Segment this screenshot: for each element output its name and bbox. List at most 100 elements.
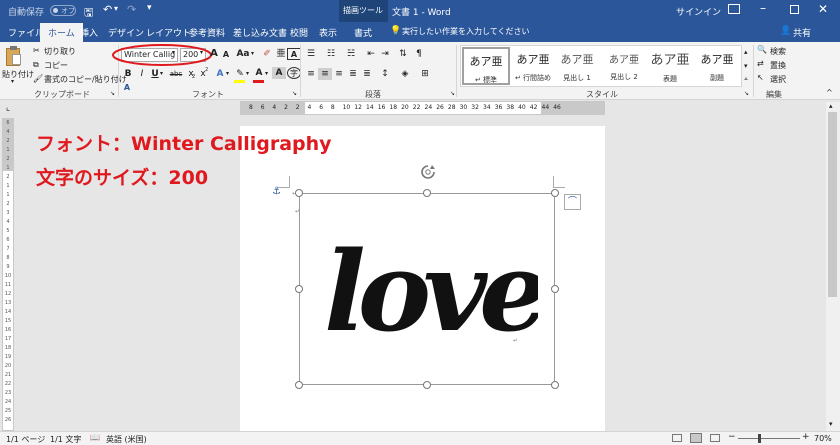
decrease-indent-icon[interactable]: ⇤: [364, 48, 378, 60]
tab-insert[interactable]: 挿入: [80, 26, 98, 39]
enclose-char-icon[interactable]: 字: [287, 67, 301, 79]
resize-handle[interactable]: [423, 381, 431, 389]
change-case-dropdown-icon[interactable]: ▾: [251, 50, 254, 57]
qat-customize-icon[interactable]: ▾: [147, 3, 152, 13]
replace-button[interactable]: 置換: [770, 60, 786, 71]
scroll-down-icon[interactable]: ▾: [829, 420, 833, 428]
zoom-in-icon[interactable]: +: [802, 432, 810, 442]
styles-scroll-up-icon[interactable]: ▴: [744, 48, 748, 56]
shading-icon[interactable]: ◈: [398, 68, 412, 80]
distribute-icon[interactable]: ≣: [360, 68, 374, 80]
resize-handle[interactable]: [423, 189, 431, 197]
read-mode-icon[interactable]: [672, 434, 682, 442]
copy-button[interactable]: コピー: [44, 60, 68, 71]
style-subtitle[interactable]: あア亜 副題: [693, 47, 741, 85]
tab-review[interactable]: 校閲: [290, 26, 308, 39]
replace-icon[interactable]: ⇄: [757, 59, 764, 68]
align-left-icon[interactable]: ≡: [304, 68, 318, 80]
style-normal[interactable]: あア亜 ↵ 標準: [462, 47, 510, 85]
word-count[interactable]: 1/1 文字: [50, 434, 81, 445]
tellme-input[interactable]: 実行したい作業を入力してください: [402, 26, 530, 37]
change-case-button[interactable]: Aa: [234, 48, 252, 60]
show-marks-icon[interactable]: ¶: [412, 48, 426, 60]
find-icon[interactable]: 🔍: [757, 45, 767, 54]
clipboard-launcher-icon[interactable]: ↘: [110, 90, 115, 97]
autosave-toggle[interactable]: オフ: [50, 5, 76, 16]
print-layout-icon[interactable]: [690, 433, 702, 443]
undo-dropdown-icon[interactable]: ▾: [114, 4, 118, 13]
bullets-icon[interactable]: ☰: [304, 48, 318, 60]
styles-launcher-icon[interactable]: ↘: [744, 90, 749, 97]
bold-button[interactable]: B: [121, 68, 135, 80]
zoom-level[interactable]: 70%: [814, 434, 832, 443]
format-painter-button[interactable]: 書式のコピー/貼り付け: [44, 74, 127, 85]
tab-design[interactable]: デザイン: [108, 26, 144, 39]
paragraph-launcher-icon[interactable]: ↘: [450, 90, 455, 97]
copy-icon[interactable]: ⧉: [33, 60, 39, 70]
select-button[interactable]: 選択: [770, 74, 786, 85]
share-icon[interactable]: 👤: [780, 26, 791, 36]
justify-icon[interactable]: ≣: [346, 68, 360, 80]
strikethrough-button[interactable]: abc: [168, 68, 184, 80]
document-page[interactable]: ⚓ ↵ ↵ ⌒ love ↵: [240, 126, 605, 431]
highlight-dropdown-icon[interactable]: ▾: [246, 70, 249, 77]
tab-references[interactable]: 参考資料: [189, 26, 225, 39]
redo-icon[interactable]: ↷: [127, 3, 136, 16]
tab-home[interactable]: ホーム: [40, 23, 83, 42]
italic-button[interactable]: I: [135, 68, 149, 80]
share-button[interactable]: 共有: [793, 26, 811, 39]
page-count[interactable]: 1/1 ページ: [6, 434, 45, 445]
style-title[interactable]: あア亜 表題: [646, 47, 694, 85]
resize-handle[interactable]: [551, 189, 559, 197]
text-effects-button[interactable]: A: [213, 68, 227, 80]
underline-dropdown-icon[interactable]: ▾: [160, 70, 163, 77]
resize-handle[interactable]: [551, 381, 559, 389]
tab-selector-icon[interactable]: ⌞: [2, 102, 14, 114]
resize-handle[interactable]: [295, 189, 303, 197]
text-effects-dropdown-icon[interactable]: ▾: [226, 70, 229, 77]
close-icon[interactable]: ✕: [818, 2, 828, 16]
signin-link[interactable]: サインイン: [676, 5, 721, 18]
restore-icon[interactable]: [790, 5, 799, 14]
resize-handle[interactable]: [295, 381, 303, 389]
paste-button[interactable]: 貼り付け: [2, 69, 34, 80]
shrink-font-button[interactable]: A: [219, 49, 233, 61]
anchor-icon[interactable]: ⚓: [272, 186, 281, 197]
paste-dropdown-icon[interactable]: ▾: [11, 78, 14, 85]
line-spacing-icon[interactable]: ↕: [378, 68, 392, 80]
find-button[interactable]: 検索: [770, 46, 786, 57]
ribbon-display-icon[interactable]: [728, 4, 740, 14]
zoom-slider-thumb[interactable]: [758, 434, 761, 443]
font-launcher-icon[interactable]: ↘: [292, 90, 297, 97]
numbering-icon[interactable]: ☷: [324, 48, 338, 60]
tab-format[interactable]: 書式: [354, 26, 372, 39]
paste-icon[interactable]: [6, 46, 21, 66]
tab-mailings[interactable]: 差し込み文書: [233, 26, 287, 39]
styles-more-icon[interactable]: ⩡: [744, 75, 748, 84]
tab-view[interactable]: 表示: [319, 26, 337, 39]
undo-icon[interactable]: ↶: [103, 3, 112, 16]
align-right-icon[interactable]: ≡: [332, 68, 346, 80]
font-color-button[interactable]: A: [252, 67, 266, 79]
tab-layout[interactable]: レイアウト: [146, 26, 191, 39]
scroll-thumb[interactable]: [828, 112, 837, 297]
proofing-icon[interactable]: 📖: [90, 433, 100, 442]
resize-handle[interactable]: [295, 285, 303, 293]
language-indicator[interactable]: 英語 (米国): [106, 434, 147, 445]
styles-scroll-down-icon[interactable]: ▾: [744, 62, 748, 70]
highlight-icon[interactable]: ✎: [233, 68, 247, 80]
tab-file[interactable]: ファイル: [8, 26, 44, 39]
increase-indent-icon[interactable]: ⇥: [378, 48, 392, 60]
align-center-icon[interactable]: ≡: [318, 68, 332, 80]
vertical-scrollbar[interactable]: ▴ ▾: [826, 102, 840, 431]
zoom-out-icon[interactable]: −: [728, 432, 736, 442]
rotate-handle-icon[interactable]: [419, 163, 437, 181]
sort-icon[interactable]: ⇅: [396, 48, 410, 60]
borders-icon[interactable]: ⊞: [418, 68, 432, 80]
font-color-dropdown-icon[interactable]: ▾: [265, 70, 268, 77]
horizontal-ruler[interactable]: 8 6 4 2 2 4 6 8 10 12 14 16 18 20 22 24 26 28 30 32 34 36 38 40…: [240, 101, 605, 115]
layout-options-icon[interactable]: ⌒: [564, 194, 581, 210]
zoom-slider-track[interactable]: [738, 438, 800, 439]
minimize-icon[interactable]: –: [760, 1, 766, 15]
cut-icon[interactable]: ✂: [33, 46, 40, 55]
